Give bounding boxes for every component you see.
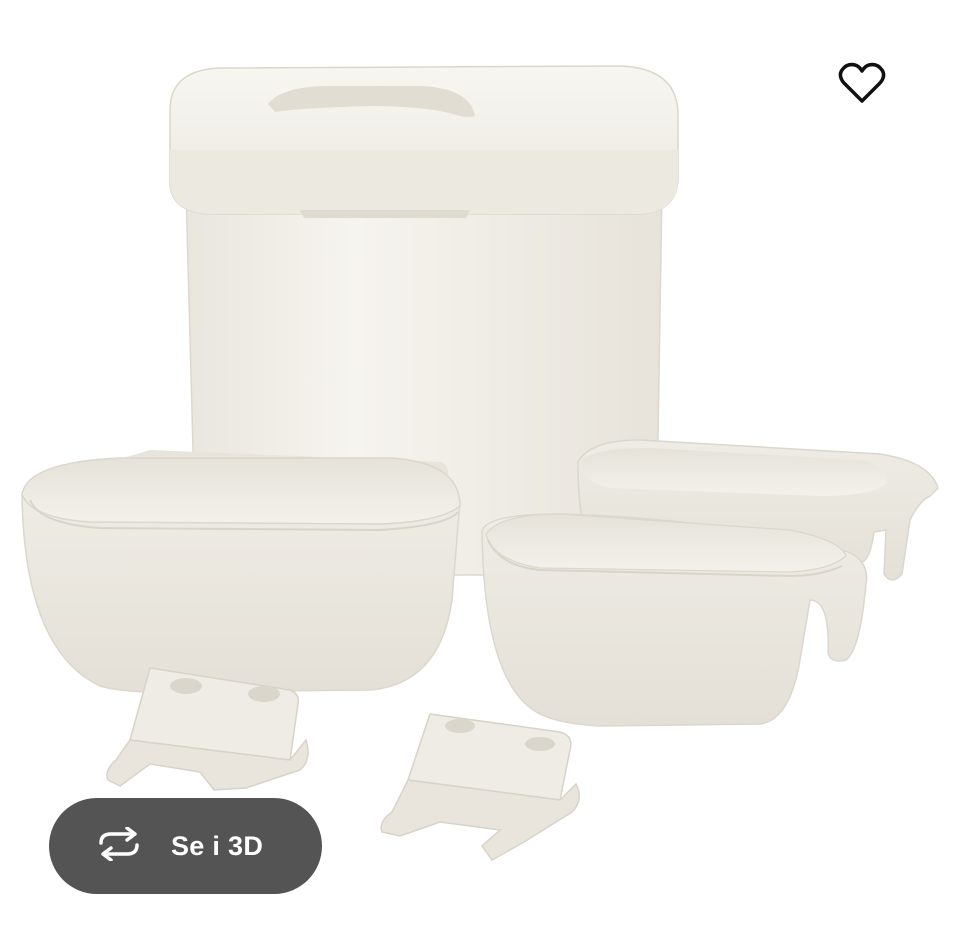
- large-tray: [21, 450, 461, 693]
- favorite-button[interactable]: [834, 56, 890, 112]
- rotate-arrows-icon: [93, 825, 145, 866]
- view-in-3d-label: Se i 3D: [171, 830, 264, 861]
- view-in-3d-button[interactable]: Se i 3D: [49, 798, 322, 894]
- heart-outline-icon: [838, 61, 886, 108]
- small-tray-front: [481, 513, 868, 727]
- wall-bracket-right: [380, 713, 580, 861]
